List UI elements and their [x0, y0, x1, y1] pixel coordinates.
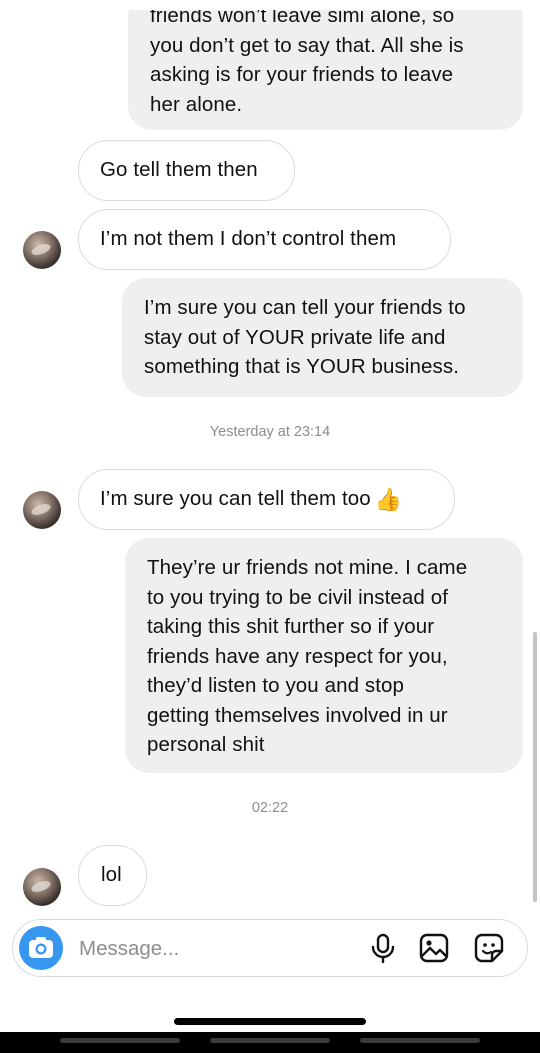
message-bubble-outgoing[interactable]: They’re ur friends not mine. I came to y… — [125, 538, 523, 773]
message-bubble-incoming[interactable]: I’m sure you can tell them too 👍 — [78, 469, 455, 530]
gallery-icon — [419, 933, 449, 963]
scrollbar[interactable] — [533, 632, 537, 902]
message-bubble-outgoing[interactable]: friends won’t leave simi alone, so you d… — [128, 0, 523, 130]
message-text: They’re ur friends not mine. I came to y… — [147, 556, 468, 756]
contact-avatar[interactable] — [23, 231, 61, 269]
message-bubble-incoming[interactable]: lol — [78, 845, 147, 906]
sticker-button[interactable] — [473, 932, 505, 964]
home-indicator[interactable] — [174, 1018, 366, 1025]
message-text: Go tell them then — [100, 158, 258, 181]
sticker-icon — [474, 933, 504, 963]
message-bubble-incoming[interactable]: I’m not them I don’t control them — [78, 209, 451, 270]
bottom-bezel — [0, 1032, 540, 1053]
contact-avatar[interactable] — [23, 491, 61, 529]
message-text: I’m not them I don’t control them — [100, 227, 397, 250]
message-text: I’m sure you can tell them too — [100, 487, 371, 510]
message-composer — [12, 919, 528, 977]
bezel-segment — [210, 1038, 330, 1043]
microphone-icon — [371, 933, 395, 964]
message-input[interactable] — [77, 920, 351, 977]
thumbs-up-emoji: 👍 — [374, 487, 403, 512]
message-bubble-outgoing[interactable]: I’m sure you can tell your friends to st… — [122, 278, 523, 397]
message-text: friends won’t leave simi alone, so you d… — [150, 4, 464, 116]
microphone-button[interactable] — [367, 932, 399, 964]
contact-avatar[interactable] — [23, 868, 61, 906]
bezel-segment — [360, 1038, 480, 1043]
message-text: lol — [101, 863, 122, 886]
bezel-segment — [60, 1038, 180, 1043]
top-fade — [0, 0, 540, 10]
camera-button[interactable] — [19, 926, 63, 970]
timestamp: 02:22 — [251, 800, 289, 816]
gallery-button[interactable] — [418, 932, 450, 964]
camera-icon — [29, 937, 53, 958]
message-text: I’m sure you can tell your friends to st… — [144, 296, 466, 378]
message-bubble-incoming[interactable]: Go tell them then — [78, 140, 295, 201]
timestamp: Yesterday at 23:14 — [209, 424, 331, 440]
